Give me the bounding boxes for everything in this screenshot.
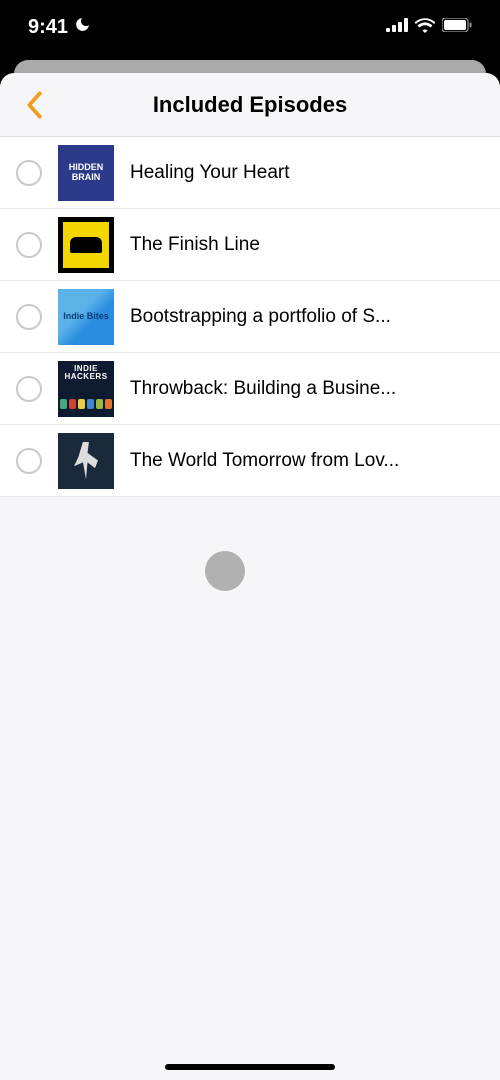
episode-row[interactable]: HIDDEN BRAIN Healing Your Heart: [0, 137, 500, 209]
touch-indicator: [205, 551, 245, 591]
episode-row[interactable]: INDIE HACKERS Throwback: Building a Busi…: [0, 353, 500, 425]
podcast-artwork: Indie Bites: [58, 289, 114, 345]
episode-title: Bootstrapping a portfolio of S...: [130, 306, 484, 328]
checkbox[interactable]: [16, 160, 42, 186]
checkbox[interactable]: [16, 376, 42, 402]
battery-icon: [442, 18, 472, 37]
status-left: 9:41: [28, 16, 91, 39]
podcast-artwork: INDIE HACKERS: [58, 361, 114, 417]
status-right: [386, 18, 472, 38]
episode-title: The Finish Line: [130, 234, 484, 256]
wifi-icon: [415, 18, 435, 38]
checkbox[interactable]: [16, 448, 42, 474]
status-time: 9:41: [28, 16, 68, 39]
cellular-icon: [386, 18, 408, 37]
moon-icon: [74, 16, 91, 39]
episode-title: Throwback: Building a Busine...: [130, 378, 484, 400]
episode-row[interactable]: Indie Bites Bootstrapping a portfolio of…: [0, 281, 500, 353]
back-button[interactable]: [14, 85, 54, 125]
episode-title: The World Tomorrow from Lov...: [130, 450, 484, 472]
podcast-artwork: HIDDEN BRAIN: [58, 145, 114, 201]
episode-row[interactable]: The World Tomorrow from Lov...: [0, 425, 500, 497]
episode-title: Healing Your Heart: [130, 162, 484, 184]
page-title: Included Episodes: [0, 92, 500, 118]
status-bar: 9:41: [0, 0, 500, 55]
modal-sheet: Included Episodes HIDDEN BRAIN Healing Y…: [0, 73, 500, 1080]
checkbox[interactable]: [16, 304, 42, 330]
header: Included Episodes: [0, 73, 500, 137]
episode-row[interactable]: The Finish Line: [0, 209, 500, 281]
chevron-left-icon: [25, 91, 43, 119]
home-indicator[interactable]: [165, 1064, 335, 1070]
podcast-artwork: [58, 217, 114, 273]
checkbox[interactable]: [16, 232, 42, 258]
episode-list: HIDDEN BRAIN Healing Your Heart The Fini…: [0, 137, 500, 497]
podcast-artwork: [58, 433, 114, 489]
